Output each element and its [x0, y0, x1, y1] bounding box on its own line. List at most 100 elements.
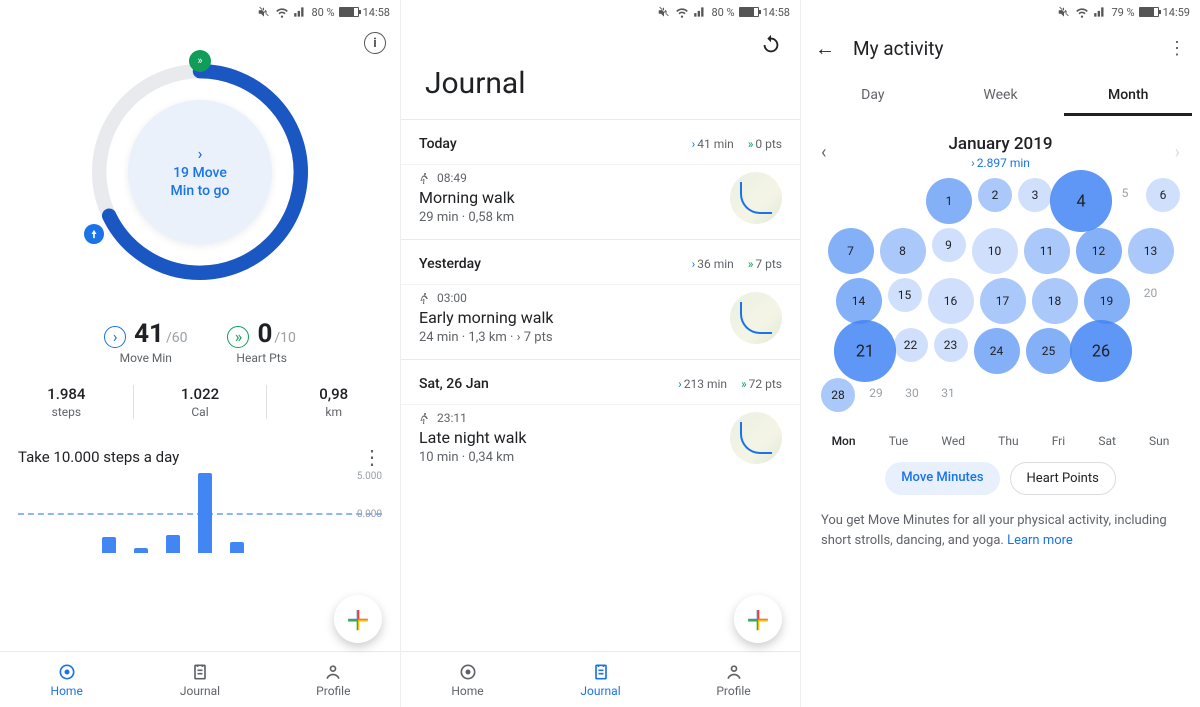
nav-home[interactable]: Home: [0, 652, 133, 707]
pill-heart-points[interactable]: Heart Points: [1010, 462, 1116, 495]
steps-card-title: Take 10.000 steps a day: [18, 448, 179, 466]
day-bubble[interactable]: 16: [928, 278, 974, 324]
map-thumbnail: [730, 292, 782, 344]
journal-section-header[interactable]: Sat, 26 Jan ›213 min »72 pts: [401, 360, 800, 404]
nav-journal[interactable]: Journal: [133, 652, 266, 707]
nav-journal[interactable]: Journal: [534, 652, 667, 707]
pill-move-minutes[interactable]: Move Minutes: [885, 462, 999, 495]
help-text: You get Move Minutes for all your physic…: [801, 495, 1200, 550]
day-bubble[interactable]: 29: [861, 378, 891, 408]
steps-bar-chart[interactable]: 5.000 0.000: [18, 473, 382, 553]
day-bubble[interactable]: 14: [836, 278, 882, 324]
day-bubble[interactable]: 10: [972, 228, 1018, 274]
day-of-week-row: MonTueWedThuFriSatSun: [801, 434, 1200, 448]
y-label-2: 0.000: [357, 509, 382, 520]
chevron-double-right-icon: »: [227, 326, 249, 348]
day-bubble[interactable]: 17: [980, 278, 1026, 324]
section-title: Yesterday: [419, 256, 481, 272]
ring-center[interactable]: › 19 Move Min to go: [128, 100, 272, 244]
back-arrow-icon[interactable]: ←: [815, 36, 835, 61]
kebab-icon[interactable]: ⋮: [1168, 38, 1186, 59]
day-bubble[interactable]: 23: [934, 328, 968, 362]
mute-icon: [657, 5, 671, 19]
day-bubble[interactable]: 8: [880, 228, 926, 274]
day-bubble[interactable]: 20: [1136, 278, 1166, 308]
y-label-1: 5.000: [357, 471, 382, 482]
walk-icon: [419, 412, 431, 424]
fab-add[interactable]: ＋: [334, 595, 382, 643]
day-bubble[interactable]: 2: [978, 178, 1012, 212]
info-icon[interactable]: i: [364, 32, 386, 54]
day-bubble[interactable]: 30: [897, 378, 927, 408]
day-bubble[interactable]: 3: [1018, 178, 1052, 212]
section-title: Today: [419, 136, 457, 152]
center-line1: 19 Move: [173, 165, 227, 181]
nav-profile[interactable]: Profile: [267, 652, 400, 707]
journal-section-header[interactable]: Today ›41 min »0 pts: [401, 120, 800, 164]
home-icon: [57, 662, 77, 682]
day-bubble[interactable]: 4: [1050, 170, 1112, 232]
day-bubble[interactable]: 13: [1128, 228, 1174, 274]
steps-stat[interactable]: 1.984steps: [0, 385, 133, 419]
day-bubble[interactable]: 15: [888, 278, 922, 312]
move-min-badge: [84, 224, 104, 244]
nav-profile[interactable]: Profile: [667, 652, 800, 707]
battery-icon: [1139, 7, 1159, 17]
prev-month-icon[interactable]: ‹: [821, 142, 826, 163]
day-bubble[interactable]: 6: [1146, 178, 1180, 212]
day-bubble[interactable]: 1: [926, 178, 972, 224]
entry-title: Early morning walk: [419, 308, 553, 327]
heart-pts-counter[interactable]: »0/10 Heart Pts: [227, 319, 295, 365]
entry-title: Morning walk: [419, 188, 515, 207]
day-bubble[interactable]: 25: [1026, 328, 1072, 374]
day-bubble[interactable]: 18: [1032, 278, 1078, 324]
battery-icon: [339, 7, 359, 17]
wifi-icon: [1075, 5, 1089, 19]
tab-week[interactable]: Week: [937, 77, 1065, 116]
activity-ring[interactable]: » › 19 Move Min to go: [80, 52, 320, 292]
kebab-icon[interactable]: ⋮: [362, 447, 382, 467]
day-bubble[interactable]: 19: [1084, 278, 1130, 324]
tab-day[interactable]: Day: [809, 77, 937, 116]
map-thumbnail: [730, 172, 782, 224]
chevron-right-icon: ›: [104, 326, 126, 348]
heart-points-badge: »: [189, 50, 211, 72]
move-min-counter[interactable]: ›41/60 Move Min: [104, 319, 187, 365]
sync-icon[interactable]: [760, 34, 782, 56]
mute-icon: [1057, 5, 1071, 19]
day-bubble[interactable]: 12: [1076, 228, 1122, 274]
journal-entry[interactable]: 08:49 Morning walk 29 min · 0,58 km: [401, 164, 800, 239]
journal-entry[interactable]: 03:00 Early morning walk 24 min · 1,3 km…: [401, 284, 800, 359]
activity-calendar[interactable]: 1 2 3 4 5 6 7 8 9 10 11 12 13 14 15 16 1…: [815, 178, 1186, 428]
day-bubble[interactable]: 24: [974, 328, 1020, 374]
km-stat[interactable]: 0,98km: [266, 385, 400, 419]
home-icon: [458, 662, 478, 682]
journal-entry[interactable]: 23:11 Late night walk 10 min · 0,34 km: [401, 404, 800, 479]
day-bubble[interactable]: 22: [894, 328, 928, 362]
day-bubble[interactable]: 21: [833, 320, 895, 382]
entry-subtitle: 29 min · 0,58 km: [419, 210, 515, 225]
wifi-icon: [275, 5, 289, 19]
journal-title: Journal: [401, 56, 800, 119]
tab-month[interactable]: Month: [1064, 77, 1192, 116]
day-bubble[interactable]: 7: [828, 228, 874, 274]
day-bubble[interactable]: 9: [932, 228, 966, 262]
day-bubble[interactable]: 11: [1024, 228, 1070, 274]
cal-stat[interactable]: 1.022Cal: [133, 385, 267, 419]
day-bubble[interactable]: 26: [1069, 320, 1131, 382]
section-title: Sat, 26 Jan: [419, 376, 489, 392]
day-bubble[interactable]: 31: [933, 378, 963, 408]
month-title: January 2019: [948, 134, 1052, 154]
nav-home[interactable]: Home: [401, 652, 534, 707]
next-month-icon[interactable]: ›: [1175, 142, 1180, 163]
journal-section-header[interactable]: Yesterday ›36 min »7 pts: [401, 240, 800, 284]
learn-more-link[interactable]: Learn more: [1007, 533, 1073, 548]
day-bubble[interactable]: 28: [821, 378, 855, 412]
journal-icon: [591, 662, 611, 682]
entry-title: Late night walk: [419, 428, 526, 447]
journal-icon: [190, 662, 210, 682]
chevron-right-icon: ›: [198, 144, 203, 163]
day-bubble[interactable]: 5: [1110, 178, 1140, 208]
entry-subtitle: 10 min · 0,34 km: [419, 450, 526, 465]
fab-add[interactable]: ＋: [734, 595, 782, 643]
